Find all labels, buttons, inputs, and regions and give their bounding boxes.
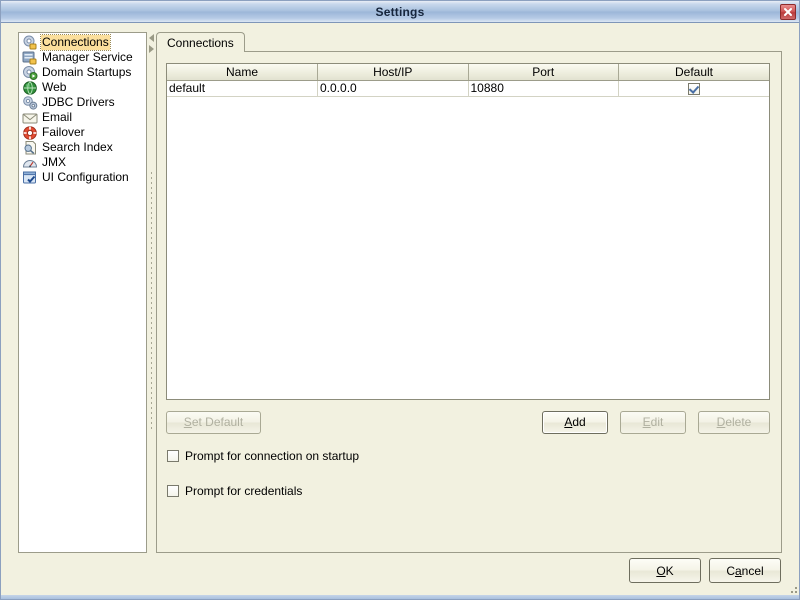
sidebar-item-label: Web bbox=[42, 80, 67, 94]
edit-button[interactable]: Edit bbox=[620, 411, 686, 434]
gear-play-icon bbox=[23, 65, 38, 80]
sidebar-item-jmx[interactable]: JMX bbox=[19, 155, 146, 170]
window-title: Settings bbox=[375, 4, 425, 19]
sidebar-item-email[interactable]: Email bbox=[19, 110, 146, 125]
set-default-button-rest: et Default bbox=[191, 415, 244, 429]
sidebar-item-label: Manager Service bbox=[42, 50, 133, 64]
connections-tab-panel: Name Host/IP Port Default default 0.0.0.… bbox=[156, 51, 782, 553]
sidebar-item-ui-configuration[interactable]: UI Configuration bbox=[19, 170, 146, 185]
sidebar-item-search-index[interactable]: Search Index bbox=[19, 140, 146, 155]
tab-label: Connections bbox=[167, 36, 234, 50]
table-row[interactable]: default 0.0.0.0 10880 bbox=[167, 80, 769, 97]
triangle-right-icon[interactable] bbox=[149, 45, 154, 53]
cell-port: 10880 bbox=[468, 80, 619, 97]
cancel-button-rest: ncel bbox=[741, 564, 764, 578]
prompt-connection-on-startup-checkbox[interactable] bbox=[167, 450, 179, 462]
sidebar-item-label: Domain Startups bbox=[42, 65, 132, 79]
column-header-port[interactable]: Port bbox=[468, 64, 619, 81]
sidebar-item-failover[interactable]: Failover bbox=[19, 125, 146, 140]
sidebar-item-domain-startups[interactable]: Domain Startups bbox=[19, 65, 146, 80]
window-titlebar: Settings bbox=[1, 1, 799, 23]
dialog-content: Connections Manager Service Domain Start… bbox=[1, 24, 799, 599]
add-button-rest: dd bbox=[572, 415, 586, 429]
connections-table: Name Host/IP Port Default default 0.0.0.… bbox=[167, 64, 769, 97]
tabstrip: Connections bbox=[156, 32, 782, 52]
sidebar-item-label: Connections bbox=[40, 34, 111, 51]
prompt-credentials-label: Prompt for credentials bbox=[185, 484, 303, 498]
close-window-button[interactable] bbox=[780, 4, 796, 20]
divider-grip bbox=[151, 172, 152, 432]
table-header-row: Name Host/IP Port Default bbox=[167, 64, 769, 81]
window-check-icon bbox=[23, 171, 36, 183]
gauge-icon bbox=[22, 159, 38, 167]
cell-host-ip: 0.0.0.0 bbox=[317, 80, 469, 97]
gear-connections-icon bbox=[23, 35, 37, 49]
prompt-credentials-checkbox[interactable] bbox=[167, 485, 179, 497]
tab-connections[interactable]: Connections bbox=[156, 32, 245, 52]
add-button[interactable]: Add bbox=[542, 411, 608, 434]
nav-list: Connections Manager Service Domain Start… bbox=[19, 33, 146, 185]
sidebar-item-label: Search Index bbox=[42, 140, 113, 154]
sidebar-item-label: JDBC Drivers bbox=[42, 95, 115, 109]
column-header-host-ip[interactable]: Host/IP bbox=[317, 64, 469, 81]
column-header-default[interactable]: Default bbox=[618, 64, 769, 81]
ok-button[interactable]: OK bbox=[629, 558, 701, 583]
prompt-connection-on-startup-row[interactable]: Prompt for connection on startup bbox=[167, 449, 359, 463]
edit-button-rest: dit bbox=[650, 415, 664, 429]
set-default-button[interactable]: Set Default bbox=[166, 411, 261, 434]
sidebar-item-label: Failover bbox=[42, 125, 85, 139]
cell-name: default bbox=[167, 80, 318, 97]
lifering-icon bbox=[23, 125, 37, 140]
delete-button-rest: elete bbox=[725, 415, 752, 429]
sidebar-item-label: Email bbox=[42, 110, 73, 124]
connections-table-container[interactable]: Name Host/IP Port Default default 0.0.0.… bbox=[166, 63, 770, 400]
sidebar-item-jdbc-drivers[interactable]: JDBC Drivers bbox=[19, 95, 146, 110]
settings-category-list: Connections Manager Service Domain Start… bbox=[18, 32, 147, 553]
server-service-icon bbox=[22, 51, 37, 64]
envelope-icon bbox=[22, 113, 38, 123]
sidebar-item-web[interactable]: Web bbox=[19, 80, 146, 95]
sidebar-item-label: JMX bbox=[42, 155, 66, 169]
sidebar-item-manager-service[interactable]: Manager Service bbox=[19, 50, 146, 65]
sidebar-item-label: UI Configuration bbox=[42, 170, 129, 184]
window-bottom-edge bbox=[1, 595, 799, 599]
settings-detail-pane: Connections Name Host/IP Port Default de… bbox=[156, 32, 782, 553]
prompt-credentials-row[interactable]: Prompt for credentials bbox=[167, 484, 302, 498]
gears-icon bbox=[23, 95, 38, 110]
sidebar-item-connections[interactable]: Connections bbox=[19, 34, 146, 51]
close-icon bbox=[784, 8, 792, 16]
triangle-left-icon[interactable] bbox=[149, 34, 154, 42]
default-checkbox[interactable] bbox=[688, 82, 700, 95]
ok-button-rest: K bbox=[665, 564, 674, 578]
cell-default bbox=[618, 80, 769, 97]
settings-dialog-window: Settings Connections Manager Service Dom… bbox=[0, 0, 800, 600]
column-header-name[interactable]: Name bbox=[167, 64, 318, 81]
prompt-connection-on-startup-label: Prompt for connection on startup bbox=[185, 449, 360, 463]
split-pane-divider[interactable] bbox=[148, 32, 156, 553]
globe-icon bbox=[23, 80, 37, 95]
document-search-icon bbox=[24, 140, 36, 154]
cancel-button[interactable]: Cancel bbox=[709, 558, 781, 583]
delete-button[interactable]: Delete bbox=[698, 411, 770, 434]
